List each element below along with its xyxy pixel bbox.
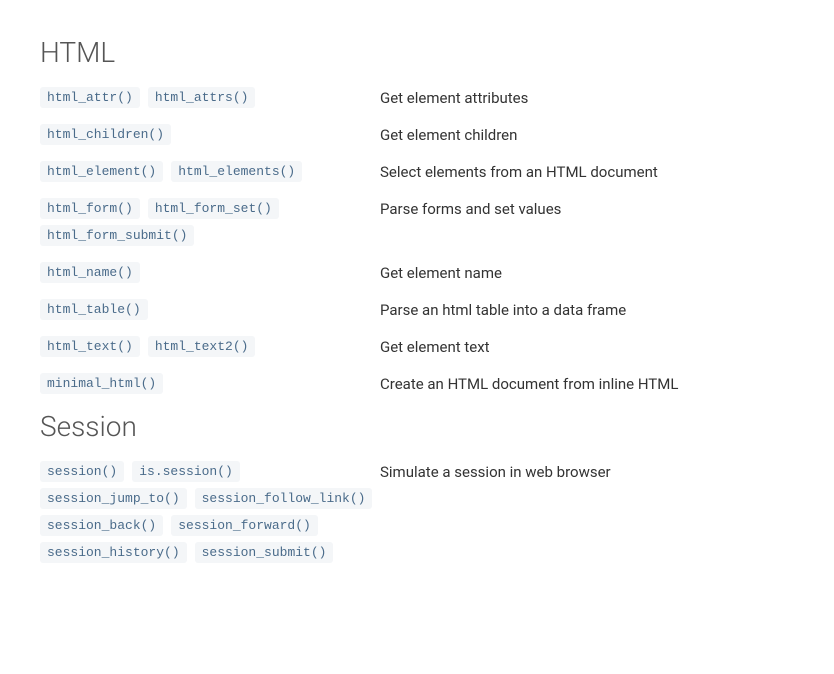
function-link[interactable]: html_elements(): [171, 161, 302, 182]
function-link[interactable]: html_attrs(): [148, 87, 256, 108]
function-description: Parse an html table into a data frame: [380, 299, 794, 319]
reference-entry: html_children() Get element children: [40, 124, 794, 145]
function-list: session()is.session()session_jump_to()se…: [40, 461, 380, 563]
function-list: html_name(): [40, 262, 380, 283]
function-link[interactable]: html_children(): [40, 124, 171, 145]
function-list: html_attr() html_attrs(): [40, 87, 380, 108]
function-link[interactable]: session_jump_to(): [40, 488, 187, 509]
function-description: Parse forms and set values: [380, 198, 794, 218]
reference-content: HTML html_attr() html_attrs() Get element a…: [40, 36, 794, 563]
function-link[interactable]: session_back(): [40, 515, 163, 536]
reference-entry: html_table() Parse an html table into a d…: [40, 299, 794, 320]
function-link[interactable]: html_text2(): [148, 336, 256, 357]
function-link[interactable]: html_name(): [40, 262, 140, 283]
function-link[interactable]: html_table(): [40, 299, 148, 320]
section-heading: Session: [40, 410, 794, 443]
function-description: Get element text: [380, 336, 794, 356]
function-list: html_children(): [40, 124, 380, 145]
function-description: Get element children: [380, 124, 794, 144]
function-link[interactable]: html_text(): [40, 336, 140, 357]
function-link[interactable]: minimal_html(): [40, 373, 163, 394]
function-link[interactable]: html_form_set(): [148, 198, 279, 219]
reference-entry: html_form() html_form_set() html_form_subm…: [40, 198, 794, 246]
function-link[interactable]: html_attr(): [40, 87, 140, 108]
function-description: Create an HTML document from inline HTML: [380, 373, 794, 393]
function-link[interactable]: is.session(): [132, 461, 240, 482]
reference-entry: minimal_html() Create an HTML document fr…: [40, 373, 794, 394]
function-link[interactable]: session_history(): [40, 542, 187, 563]
section-heading: HTML: [40, 36, 794, 69]
function-description: Simulate a session in web browser: [380, 461, 794, 481]
function-description: Get element attributes: [380, 87, 794, 107]
function-list: html_form() html_form_set() html_form_subm…: [40, 198, 380, 246]
function-link[interactable]: html_form(): [40, 198, 140, 219]
reference-entry: html_element() html_elements() Select elem…: [40, 161, 794, 182]
function-link[interactable]: session_follow_link(): [195, 488, 373, 509]
function-link[interactable]: session_submit(): [195, 542, 334, 563]
reference-entry: html_text() html_text2() Get element text: [40, 336, 794, 357]
function-list: html_text() html_text2(): [40, 336, 380, 357]
function-link[interactable]: session_forward(): [171, 515, 318, 536]
function-list: html_table(): [40, 299, 380, 320]
function-description: Select elements from an HTML document: [380, 161, 794, 181]
function-list: minimal_html(): [40, 373, 380, 394]
reference-entry: session()is.session()session_jump_to()se…: [40, 461, 794, 563]
function-list: html_element() html_elements(): [40, 161, 380, 182]
reference-entry: html_name() Get element name: [40, 262, 794, 283]
function-description: Get element name: [380, 262, 794, 282]
function-link[interactable]: session(): [40, 461, 124, 482]
reference-entry: html_attr() html_attrs() Get element attri…: [40, 87, 794, 108]
function-link[interactable]: html_form_submit(): [40, 225, 194, 246]
function-link[interactable]: html_element(): [40, 161, 163, 182]
